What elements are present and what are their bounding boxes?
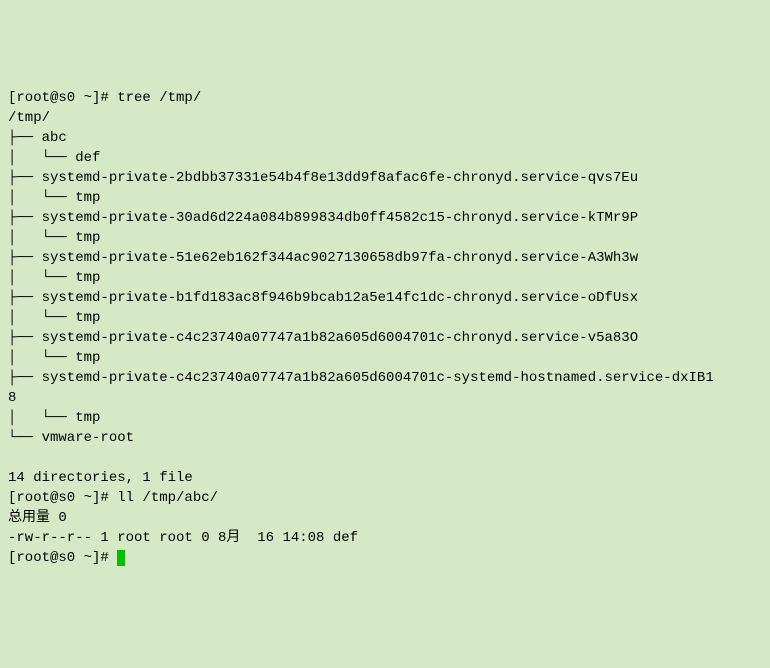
tree-line: ├── abc [8, 130, 67, 146]
prompt: [root@s0 ~]# [8, 90, 117, 106]
tree-line: ├── systemd-private-2bdbb37331e54b4f8e13… [8, 170, 638, 186]
prompt: [root@s0 ~]# [8, 550, 117, 566]
tree-line: │ └── tmp [8, 270, 100, 286]
tree-summary: 14 directories, 1 file [8, 470, 193, 486]
tree-line: ├── systemd-private-c4c23740a07747a1b82a… [8, 330, 638, 346]
tree-line: ├── systemd-private-c4c23740a07747a1b82a… [8, 370, 714, 386]
tree-line: ├── systemd-private-b1fd183ac8f946b9bcab… [8, 290, 638, 306]
tree-line: │ └── tmp [8, 410, 100, 426]
tree-line: 8 [8, 390, 16, 406]
tree-line: └── vmware-root [8, 430, 134, 446]
tree-root: /tmp/ [8, 110, 50, 126]
command-tree: tree /tmp/ [117, 90, 201, 106]
tree-line: │ └── tmp [8, 310, 100, 326]
tree-line: ├── systemd-private-51e62eb162f344ac9027… [8, 250, 638, 266]
prompt: [root@s0 ~]# [8, 490, 117, 506]
cursor [117, 550, 125, 566]
tree-line: │ └── def [8, 150, 100, 166]
ll-line: -rw-r--r-- 1 root root 0 8月 16 14:08 def [8, 530, 358, 546]
tree-line: │ └── tmp [8, 230, 100, 246]
tree-line: ├── systemd-private-30ad6d224a084b899834… [8, 210, 638, 226]
terminal[interactable]: [root@s0 ~]# tree /tmp/ /tmp/ ├── abc │ … [0, 80, 770, 568]
command-ll: ll /tmp/abc/ [117, 490, 218, 506]
ll-total: 总用量 0 [8, 510, 67, 526]
tree-line: │ └── tmp [8, 190, 100, 206]
tree-line: │ └── tmp [8, 350, 100, 366]
